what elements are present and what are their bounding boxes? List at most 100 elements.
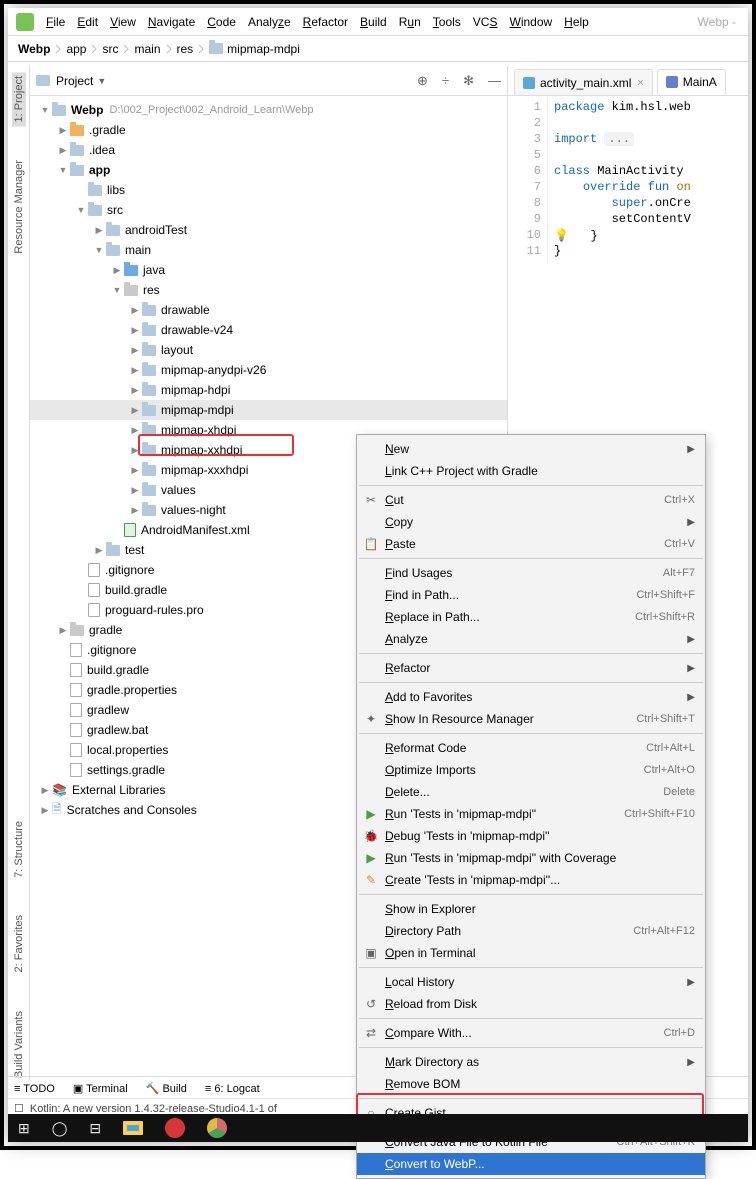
side-tab-structure[interactable]: 7: Structure — [12, 817, 26, 882]
context-menu-item[interactable]: ✎Create 'Tests in 'mipmap-mdpi''... — [357, 869, 705, 891]
crumb-app[interactable]: app — [66, 42, 102, 56]
app-icon-colorful[interactable] — [207, 1118, 227, 1138]
tree-expand-icon[interactable]: ▼ — [40, 105, 50, 115]
cortana-icon[interactable]: ◯ — [52, 1120, 68, 1137]
context-menu-item[interactable]: ↺Reload from Disk — [357, 993, 705, 1015]
context-menu-item[interactable]: ▣Open in Terminal — [357, 942, 705, 964]
tree-expand-icon[interactable]: ▶ — [40, 785, 50, 796]
tree-node[interactable]: ▼main — [30, 240, 507, 260]
tree-expand-icon[interactable]: ▶ — [112, 265, 122, 276]
tool-tab-terminal[interactable]: ▣ Terminal — [73, 1082, 128, 1095]
hide-icon[interactable]: — — [488, 73, 501, 89]
tree-node[interactable]: ▶mipmap-anydpi-v26 — [30, 360, 507, 380]
menu-tools[interactable]: Tools — [427, 11, 467, 33]
tree-node[interactable]: libs — [30, 180, 507, 200]
tree-expand-icon[interactable]: ▶ — [94, 545, 104, 556]
context-menu-item[interactable]: ✦Show In Resource ManagerCtrl+Shift+T — [357, 708, 705, 730]
context-menu-item[interactable]: 🐞Debug 'Tests in 'mipmap-mdpi'' — [357, 825, 705, 847]
app-icon-red[interactable] — [165, 1118, 185, 1138]
tree-node[interactable]: ▶.idea — [30, 140, 507, 160]
crumb-root[interactable]: Webp — [18, 42, 66, 56]
menu-help[interactable]: Help — [558, 11, 595, 33]
tree-node[interactable]: ▶mipmap-mdpi — [30, 400, 507, 420]
tree-node[interactable]: ▼res — [30, 280, 507, 300]
tree-expand-icon[interactable]: ▼ — [58, 165, 68, 175]
tree-expand-icon[interactable]: ▶ — [130, 345, 140, 356]
tree-node[interactable]: ▶drawable — [30, 300, 507, 320]
tree-expand-icon[interactable]: ▶ — [130, 385, 140, 396]
tree-node[interactable]: ▼WebpD:\002_Project\002_Android_Learn\We… — [30, 100, 507, 120]
side-tab-favorites[interactable]: 2: Favorites — [12, 911, 26, 976]
context-menu-item[interactable]: Optimize ImportsCtrl+Alt+O — [357, 759, 705, 781]
side-tab-resource-manager[interactable]: Resource Manager — [12, 156, 26, 258]
context-menu-item[interactable]: 📋PasteCtrl+V — [357, 533, 705, 555]
tree-node[interactable]: ▶.gradle — [30, 120, 507, 140]
menu-file[interactable]: File — [40, 11, 71, 33]
tool-tab-todo[interactable]: ≡ TODO — [14, 1083, 55, 1095]
context-menu-item[interactable]: Directory PathCtrl+Alt+F12 — [357, 920, 705, 942]
tree-node[interactable]: ▼src — [30, 200, 507, 220]
file-explorer-icon[interactable] — [123, 1121, 143, 1135]
collapse-icon[interactable]: ÷ — [442, 73, 449, 89]
tree-expand-icon[interactable]: ▶ — [40, 805, 50, 816]
menu-edit[interactable]: Edit — [71, 11, 104, 33]
context-menu-item[interactable]: Convert to WebP... — [357, 1153, 705, 1175]
editor-tab-mainactivity[interactable]: MainA — [657, 69, 726, 95]
tree-node[interactable]: ▶mipmap-hdpi — [30, 380, 507, 400]
context-menu-item[interactable]: ▶Run 'Tests in 'mipmap-mdpi'' with Cover… — [357, 847, 705, 869]
context-menu-item[interactable]: Replace in Path...Ctrl+Shift+R — [357, 606, 705, 628]
menu-window[interactable]: Window — [503, 11, 558, 33]
tree-expand-icon[interactable]: ▶ — [130, 365, 140, 376]
context-menu-item[interactable]: Find UsagesAlt+F7 — [357, 562, 705, 584]
crumb-res[interactable]: res — [177, 42, 210, 56]
tool-tab-build[interactable]: 🔨 Build — [146, 1082, 187, 1095]
menu-run[interactable]: Run — [393, 11, 427, 33]
close-icon[interactable]: × — [637, 77, 643, 89]
tree-expand-icon[interactable]: ▼ — [76, 205, 86, 215]
context-menu-item[interactable]: ✂CutCtrl+X — [357, 489, 705, 511]
context-menu-item[interactable]: Local History▶ — [357, 971, 705, 993]
tree-expand-icon[interactable]: ▼ — [94, 245, 104, 255]
start-button[interactable]: ⊞ — [18, 1120, 30, 1137]
tree-expand-icon[interactable]: ▶ — [94, 225, 104, 236]
locate-icon[interactable]: ⊕ — [417, 73, 428, 89]
context-menu-item[interactable]: Copy▶ — [357, 511, 705, 533]
tree-expand-icon[interactable]: ▶ — [58, 625, 68, 636]
tree-expand-icon[interactable]: ▶ — [130, 425, 140, 436]
context-menu[interactable]: New▶Link C++ Project with Gradle✂CutCtrl… — [356, 434, 706, 1179]
context-menu-item[interactable]: ⇄Compare With...Ctrl+D — [357, 1022, 705, 1044]
menu-navigate[interactable]: Navigate — [142, 11, 201, 33]
project-view-selector[interactable]: Project — [56, 74, 93, 88]
side-tab-build-variants[interactable]: Build Variants — [12, 1007, 26, 1082]
context-menu-item[interactable]: Mark Directory as▶ — [357, 1051, 705, 1073]
menu-analyze[interactable]: Analyze — [242, 11, 297, 33]
context-menu-item[interactable]: Refactor▶ — [357, 657, 705, 679]
tree-expand-icon[interactable]: ▼ — [112, 285, 122, 295]
tree-expand-icon[interactable]: ▶ — [130, 485, 140, 496]
tool-tab-logcat[interactable]: ≡ 6: Logcat — [205, 1083, 260, 1095]
menu-code[interactable]: Code — [201, 11, 242, 33]
tree-node[interactable]: ▶java — [30, 260, 507, 280]
tree-expand-icon[interactable]: ▶ — [130, 405, 140, 416]
tree-expand-icon[interactable]: ▶ — [130, 325, 140, 336]
tree-node[interactable]: ▶drawable-v24 — [30, 320, 507, 340]
tree-node[interactable]: ▶androidTest — [30, 220, 507, 240]
context-menu-item[interactable]: Find in Path...Ctrl+Shift+F — [357, 584, 705, 606]
tree-expand-icon[interactable]: ▶ — [130, 505, 140, 516]
menu-vcs[interactable]: VCS — [467, 11, 504, 33]
context-menu-item[interactable]: Analyze▶ — [357, 628, 705, 650]
gear-icon[interactable]: ✻ — [463, 73, 474, 89]
context-menu-item[interactable]: Reformat CodeCtrl+Alt+L — [357, 737, 705, 759]
menu-view[interactable]: View — [104, 11, 142, 33]
task-view-icon[interactable]: ⊟ — [89, 1120, 101, 1137]
context-menu-item[interactable]: Show in Explorer — [357, 898, 705, 920]
tree-node[interactable]: ▶layout — [30, 340, 507, 360]
context-menu-item[interactable]: Add to Favorites▶ — [357, 686, 705, 708]
crumb-main[interactable]: main — [134, 42, 176, 56]
menu-build[interactable]: Build — [354, 11, 393, 33]
tree-expand-icon[interactable]: ▶ — [130, 305, 140, 316]
crumb-src[interactable]: src — [102, 42, 134, 56]
context-menu-item[interactable]: Remove BOM — [357, 1073, 705, 1095]
crumb-leaf[interactable]: mipmap-mdpi — [209, 42, 300, 56]
side-tab-project[interactable]: 1: Project — [12, 72, 26, 126]
